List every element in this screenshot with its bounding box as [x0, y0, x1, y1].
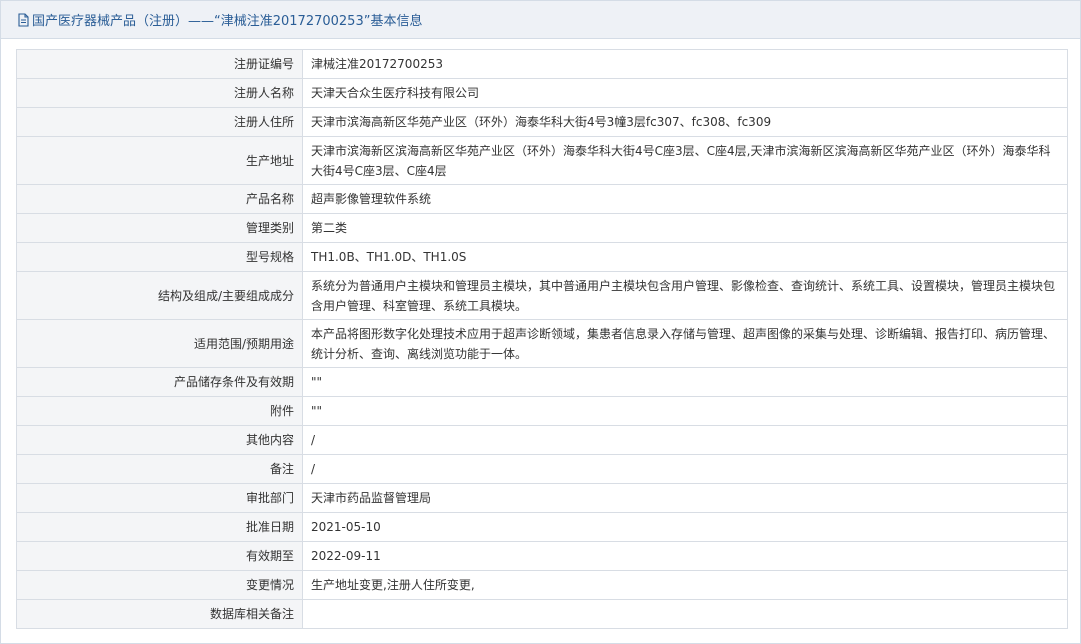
table-row: 管理类别 第二类 [16, 213, 1068, 243]
row-value [302, 599, 1068, 629]
table-row: 其他内容 / [16, 425, 1068, 455]
document-icon [17, 12, 30, 27]
table-row: 批准日期 2021-05-10 [16, 512, 1068, 542]
row-label: 适用范围/预期用途 [16, 319, 303, 368]
row-label: 产品储存条件及有效期 [16, 367, 303, 397]
row-value: 天津市滨海新区滨海高新区华苑产业区（环外）海泰华科大街4号C座3层、C座4层,天… [302, 136, 1068, 185]
row-label: 数据库相关备注 [16, 599, 303, 629]
row-value: 系统分为普通用户主模块和管理员主模块，其中普通用户主模块包含用户管理、影像检查、… [302, 271, 1068, 320]
row-value: 超声影像管理软件系统 [302, 184, 1068, 214]
row-value: 生产地址变更,注册人住所变更, [302, 570, 1068, 600]
row-value: 津械注准20172700253 [302, 49, 1068, 79]
table-row: 附件 "" [16, 396, 1068, 426]
row-label: 管理类别 [16, 213, 303, 243]
row-value: 本产品将图形数字化处理技术应用于超声诊断领域，集患者信息录入存储与管理、超声图像… [302, 319, 1068, 368]
row-label: 型号规格 [16, 242, 303, 272]
row-label: 产品名称 [16, 184, 303, 214]
table-row: 数据库相关备注 [16, 599, 1068, 629]
row-value: / [302, 425, 1068, 455]
page-title: 国产医疗器械产品（注册）——“津械注准20172700253”基本信息 [32, 14, 423, 29]
row-value: / [302, 454, 1068, 484]
table-row: 产品储存条件及有效期 "" [16, 367, 1068, 397]
info-content: 注册证编号 津械注准20172700253 注册人名称 天津天合众生医疗科技有限… [16, 49, 1068, 629]
row-label: 注册人住所 [16, 107, 303, 137]
row-value: 第二类 [302, 213, 1068, 243]
table-row: 生产地址 天津市滨海新区滨海高新区华苑产业区（环外）海泰华科大街4号C座3层、C… [16, 136, 1068, 185]
table-row: 变更情况 生产地址变更,注册人住所变更, [16, 570, 1068, 600]
row-label: 结构及组成/主要组成成分 [16, 271, 303, 320]
row-label: 备注 [16, 454, 303, 484]
row-value: "" [302, 396, 1068, 426]
row-label: 其他内容 [16, 425, 303, 455]
row-value: TH1.0B、TH1.0D、TH1.0S [302, 242, 1068, 272]
table-row: 注册人名称 天津天合众生医疗科技有限公司 [16, 78, 1068, 108]
row-label: 变更情况 [16, 570, 303, 600]
row-label: 注册证编号 [16, 49, 303, 79]
row-value: 天津市药品监督管理局 [302, 483, 1068, 513]
row-label: 附件 [16, 396, 303, 426]
info-table: 注册证编号 津械注准20172700253 注册人名称 天津天合众生医疗科技有限… [16, 49, 1068, 629]
table-row: 产品名称 超声影像管理软件系统 [16, 184, 1068, 214]
table-row: 结构及组成/主要组成成分 系统分为普通用户主模块和管理员主模块，其中普通用户主模… [16, 271, 1068, 320]
table-row: 注册证编号 津械注准20172700253 [16, 49, 1068, 79]
row-value: 2021-05-10 [302, 512, 1068, 542]
table-row: 适用范围/预期用途 本产品将图形数字化处理技术应用于超声诊断领域，集患者信息录入… [16, 319, 1068, 368]
table-row: 型号规格 TH1.0B、TH1.0D、TH1.0S [16, 242, 1068, 272]
row-label: 批准日期 [16, 512, 303, 542]
table-row: 备注 / [16, 454, 1068, 484]
page-frame: 国产医疗器械产品（注册）——“津械注准20172700253”基本信息 注册证编… [0, 0, 1081, 644]
table-row: 注册人住所 天津市滨海高新区华苑产业区（环外）海泰华科大街4号3幢3层fc307… [16, 107, 1068, 137]
row-value: 天津市滨海高新区华苑产业区（环外）海泰华科大街4号3幢3层fc307、fc308… [302, 107, 1068, 137]
row-value: 天津天合众生医疗科技有限公司 [302, 78, 1068, 108]
row-value: 2022-09-11 [302, 541, 1068, 571]
row-label: 生产地址 [16, 136, 303, 185]
table-row: 审批部门 天津市药品监督管理局 [16, 483, 1068, 513]
row-label: 审批部门 [16, 483, 303, 513]
table-row: 有效期至 2022-09-11 [16, 541, 1068, 571]
row-label: 注册人名称 [16, 78, 303, 108]
row-value: "" [302, 367, 1068, 397]
title-bar: 国产医疗器械产品（注册）——“津械注准20172700253”基本信息 [1, 1, 1080, 39]
row-label: 有效期至 [16, 541, 303, 571]
